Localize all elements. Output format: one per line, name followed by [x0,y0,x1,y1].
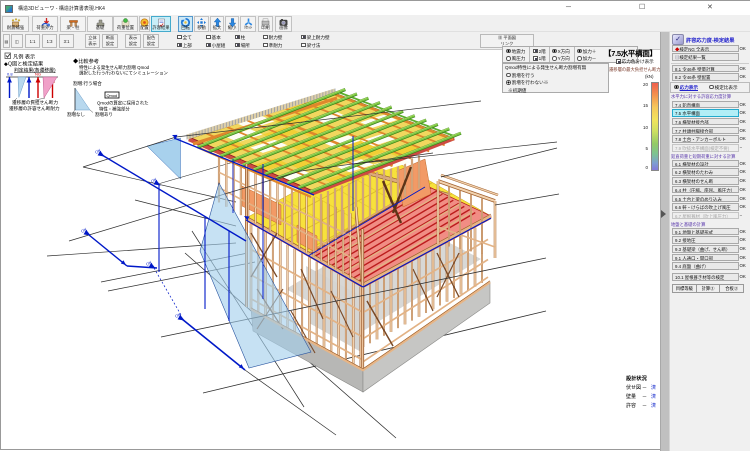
svg-text:◆比較参考: ◆比較参考 [73,57,99,65]
svg-text:NG: NG [35,72,41,77]
svg-text:済: 済 [651,393,656,400]
svg-text:遷移層の許容せん断耐力: 遷移層の許容せん断耐力 [9,105,60,112]
svg-text:済: 済 [651,402,656,409]
svg-text:Qmod: Qmod [107,93,118,98]
svg-text:－: － [642,385,647,391]
svg-text:◆Q図と検定結果: ◆Q図と検定結果 [4,60,43,68]
svg-text:割増あり: 割増あり [95,111,113,118]
svg-text:遷移層の負担せん断力: 遷移層の負担せん断力 [12,99,58,106]
svg-text:0.8: 0.8 [7,72,13,77]
svg-text:割増なし: 割増なし [67,111,85,118]
svg-text:凡例 表示: 凡例 表示 [13,53,35,61]
svg-text:選択した行う/行わないにてシミュレーション: 選択した行う/行わないにてシミュレーション [79,70,168,77]
svg-text:設計状況: 設計状況 [626,374,648,382]
svg-text:許容: 許容 [626,402,636,409]
svg-text:割増:行う場合: 割増:行う場合 [73,80,102,87]
svg-text:－: － [642,403,647,409]
svg-text:Qmodの算定に採用された: Qmodの算定に採用された [97,100,148,107]
svg-text:－: － [642,394,647,400]
svg-text:伏せ図: 伏せ図 [626,384,641,391]
svg-text:済: 済 [651,384,656,391]
svg-text:壁量: 壁量 [626,393,636,400]
